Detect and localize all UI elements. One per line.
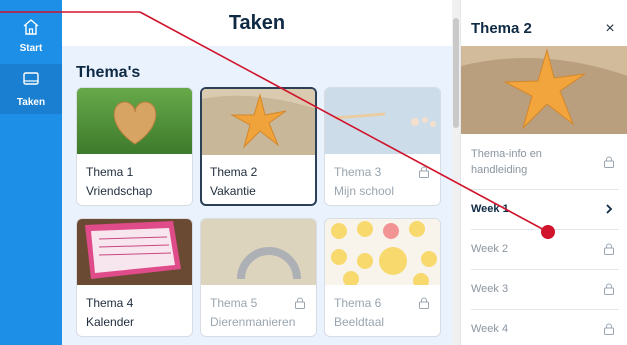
pointer-dot bbox=[541, 225, 555, 239]
annotation-pointer bbox=[0, 11, 555, 239]
